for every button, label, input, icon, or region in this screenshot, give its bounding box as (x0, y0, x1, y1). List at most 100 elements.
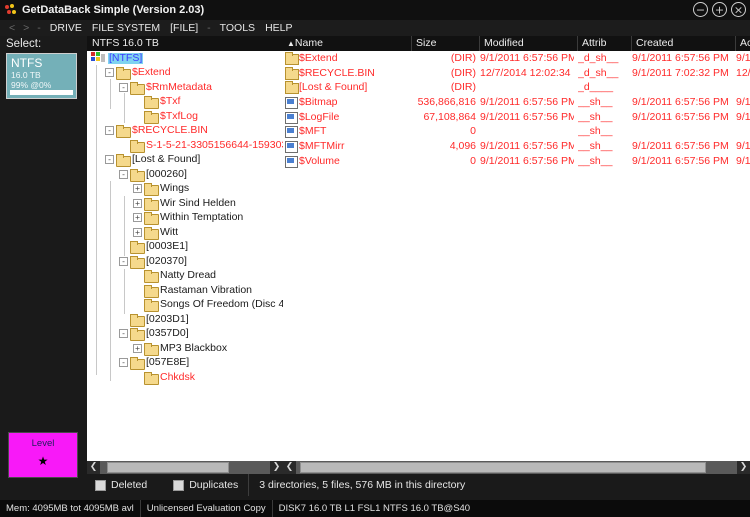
level-card[interactable]: Level ★ (8, 432, 78, 478)
file-list[interactable]: $Extend (DIR) 9/1/2011 6:57:56 PM _d_sh__ 9/… (283, 51, 750, 461)
tree-scroll-left-arrow[interactable]: ❮ (87, 461, 100, 474)
menu-item-file[interactable]: [FILE] (165, 22, 203, 34)
column-header-accessed[interactable]: Acc (736, 36, 750, 51)
table-row[interactable]: $MFTMirr 4,096 9/1/2011 6:57:56 PM __sh__ 9/… (283, 139, 750, 154)
column-header-created[interactable]: Created (632, 36, 736, 51)
tree-node[interactable]: [0203D1] (87, 312, 283, 327)
tree-node[interactable]: Rastaman Vibration (87, 283, 283, 298)
menu-item-[interactable]: - (203, 22, 215, 34)
tree-node[interactable]: - [020370] (87, 254, 283, 269)
tree-expand-icon[interactable]: + (133, 198, 142, 208)
cell-created: 9/1/2011 6:57:56 PM (632, 140, 729, 153)
tree-guide-line (110, 79, 111, 109)
tree-collapse-icon[interactable]: - (119, 329, 128, 339)
file-icon (285, 155, 298, 168)
tree-node[interactable]: Chkdsk (87, 370, 283, 385)
tree-collapse-icon[interactable]: - (105, 126, 114, 136)
tree-collapse-icon[interactable]: - (119, 256, 128, 266)
tree-node[interactable]: - [0357D0] (87, 327, 283, 342)
tree-collapse-icon[interactable]: - (105, 155, 114, 165)
menu-item-[interactable]: - (33, 22, 45, 34)
column-header-attrib[interactable]: Attrib (578, 36, 632, 51)
list-scroll-left-arrow[interactable]: ❮ (283, 461, 296, 474)
tree-node[interactable]: - $Extend (87, 66, 283, 81)
tree-node-label: $RECYCLE.BIN (132, 124, 208, 137)
tree-node-label: $Txf (160, 95, 181, 108)
cell-name: $Bitmap (299, 96, 338, 109)
tree-node[interactable]: [0003E1] (87, 240, 283, 255)
menu-item-tools[interactable]: TOOLS (215, 22, 260, 34)
tree-expand-icon[interactable]: + (133, 227, 142, 237)
menu-item-[interactable]: > (19, 22, 33, 34)
tree-node[interactable]: - [Lost & Found] (87, 153, 283, 168)
table-row[interactable]: [Lost & Found] (DIR) _d____ (283, 80, 750, 95)
tree-node[interactable]: - $RmMetadata (87, 80, 283, 95)
tree-node[interactable]: + Wir Sind Helden (87, 196, 283, 211)
menu-item-[interactable]: < (5, 22, 19, 34)
duplicates-checkbox[interactable]: Duplicates (147, 479, 238, 491)
panel-splitter[interactable] (283, 51, 285, 461)
list-scroll-thumb[interactable] (300, 462, 707, 473)
menu-item-help[interactable]: HELP (260, 22, 297, 34)
folder-icon (130, 313, 145, 327)
table-row[interactable]: $Extend (DIR) 9/1/2011 6:57:56 PM _d_sh__ 9/… (283, 51, 750, 66)
cell-attrib: _d____ (578, 81, 614, 94)
close-button[interactable]: × (731, 2, 746, 17)
cell-name: $LogFile (299, 110, 340, 123)
duplicates-checkbox-box[interactable] (173, 479, 185, 491)
tree-node[interactable]: + Wings (87, 182, 283, 197)
directory-tree[interactable]: [NTFS] - $Extend - $RmMetadata $Txf $TxfLog - $R… (87, 51, 283, 461)
tree-node[interactable]: - $RECYCLE.BIN (87, 124, 283, 139)
table-row[interactable]: $MFT 0 __sh__ (283, 124, 750, 139)
minimize-button[interactable]: − (693, 2, 708, 17)
tree-collapse-icon[interactable]: - (119, 169, 128, 179)
tree-node[interactable]: Natty Dread (87, 269, 283, 284)
tree-node[interactable]: - [057E8E] (87, 356, 283, 371)
table-row[interactable]: $Volume 0 9/1/2011 6:57:56 PM __sh__ 9/1/201… (283, 154, 750, 169)
deleted-checkbox-box[interactable] (95, 479, 106, 491)
tree-scroll-track[interactable] (100, 461, 270, 474)
cell-accessed: 9/1 (736, 140, 750, 153)
deleted-checkbox[interactable]: Deleted (87, 479, 147, 491)
tree-horizontal-scrollbar[interactable]: ❮ ❯ (87, 461, 283, 474)
drive-card-ntfs[interactable]: NTFS 16.0 TB 99% @0% (6, 53, 77, 99)
list-scroll-track[interactable] (296, 461, 737, 474)
tree-scroll-right-arrow[interactable]: ❯ (270, 461, 283, 474)
tree-collapse-icon[interactable]: - (119, 82, 128, 92)
title-bar: GetDataBack Simple (Version 2.03) − + × (0, 0, 750, 20)
column-header-name[interactable]: ▲Name (283, 36, 412, 51)
tree-collapse-icon[interactable]: - (105, 68, 114, 78)
column-header-modified[interactable]: Modified (480, 36, 578, 51)
folder-icon (144, 183, 159, 197)
tree-scroll-thumb[interactable] (106, 462, 230, 473)
tree-node[interactable]: + MP3 Blackbox (87, 341, 283, 356)
tree-expand-icon[interactable]: + (133, 213, 142, 223)
table-row[interactable]: $Bitmap 536,866,816 9/1/2011 6:57:56 PM __s… (283, 95, 750, 110)
tree-node[interactable]: $TxfLog (87, 109, 283, 124)
tree-node[interactable]: S-1-5-21-3305156644-1593030330-6 (87, 138, 283, 153)
tree-node[interactable]: - [000260] (87, 167, 283, 182)
column-header-size[interactable]: Size (412, 36, 480, 51)
list-scroll-right-arrow[interactable]: ❯ (737, 461, 750, 474)
menu-item-drive[interactable]: DRIVE (45, 22, 87, 34)
file-icon (285, 111, 298, 124)
tree-node[interactable]: + Within Temptation (87, 211, 283, 226)
cell-accessed: 9/1 (736, 154, 750, 167)
cell-modified: 9/1/2011 6:57:56 PM (480, 110, 574, 123)
table-row[interactable]: $RECYCLE.BIN (DIR) 12/7/2014 12:02:34 ... _… (283, 66, 750, 81)
tree-expand-icon[interactable]: + (133, 184, 142, 194)
menu-item-file-system[interactable]: FILE SYSTEM (87, 22, 165, 34)
tree-node[interactable]: $Txf (87, 95, 283, 110)
maximize-button[interactable]: + (712, 2, 727, 17)
tree-node-label: [0357D0] (146, 327, 189, 340)
cell-modified: 9/1/2011 6:57:56 PM (480, 154, 574, 167)
tree-node[interactable]: [NTFS] (87, 51, 283, 66)
tree-node-label: Wir Sind Helden (160, 196, 236, 209)
tree-expand-icon[interactable]: + (133, 343, 142, 353)
folder-icon (285, 52, 299, 65)
tree-node[interactable]: Songs Of Freedom (Disc 4) (87, 298, 283, 313)
tree-collapse-icon[interactable]: - (119, 358, 128, 368)
table-row[interactable]: $LogFile 67,108,864 9/1/2011 6:57:56 PM __s… (283, 110, 750, 125)
file-list-horizontal-scrollbar[interactable]: ❮ ❯ (283, 461, 750, 474)
tree-node[interactable]: + Witt (87, 225, 283, 240)
